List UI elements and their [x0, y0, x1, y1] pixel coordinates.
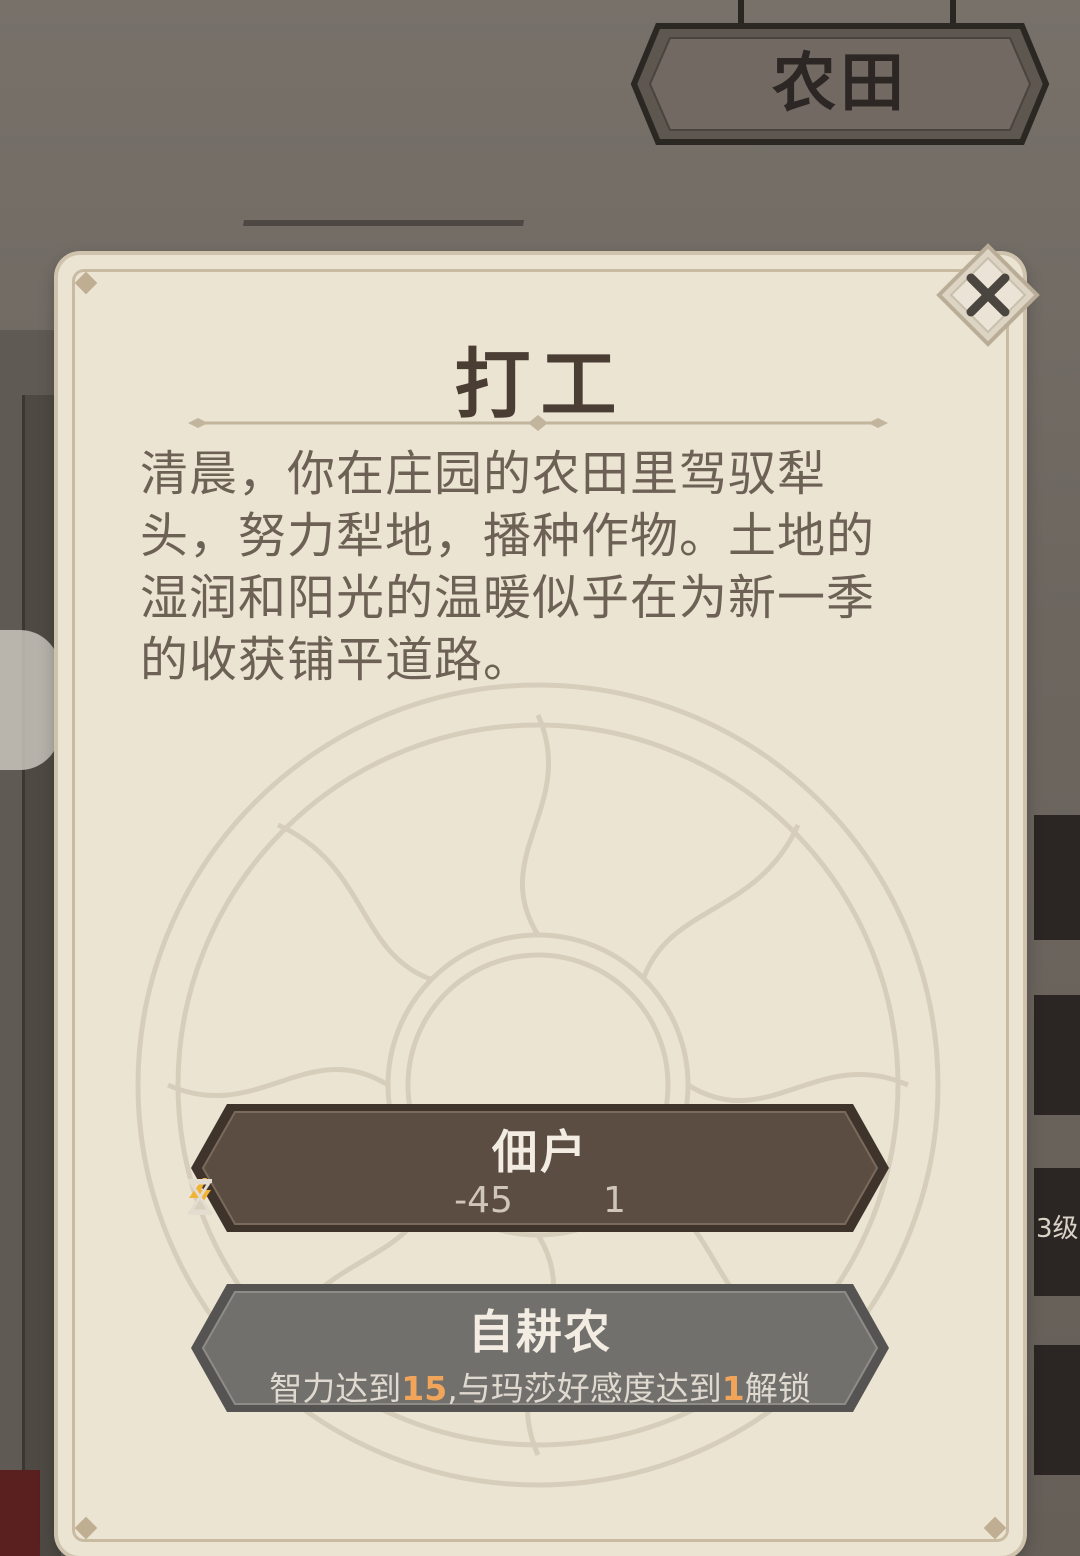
location-name: 农田 [772, 47, 908, 121]
side-tab[interactable] [1034, 815, 1080, 940]
tenant-option-label: 佃户 [492, 1125, 588, 1179]
side-tab[interactable] [1034, 1345, 1080, 1475]
close-button[interactable] [935, 242, 1041, 348]
side-tab[interactable] [1034, 995, 1080, 1115]
background-red-object [0, 1470, 40, 1556]
location-sign: 农田 [630, 22, 1050, 146]
req-prefix: 智力达到 [269, 1369, 402, 1408]
self-farmer-option-button[interactable]: 自耕农 智力达到15,与玛莎好感度达到1解锁 [187, 1280, 893, 1416]
tenant-option-stats: -45 1 [187, 1178, 893, 1222]
close-icon [936, 243, 1040, 347]
req-intellect-value: 15 [401, 1369, 448, 1408]
time-cost: 1 [188, 1179, 626, 1221]
energy-cost-value: -45 [454, 1179, 513, 1221]
req-suffix: 解锁 [744, 1369, 811, 1408]
req-middle: ,与玛莎好感度达到 [447, 1369, 722, 1408]
req-affection-value: 1 [721, 1369, 745, 1408]
self-farmer-option-label: 自耕农 [468, 1305, 612, 1359]
time-cost-value: 1 [602, 1179, 626, 1221]
side-tab-level[interactable]: 3级 [1034, 1168, 1080, 1296]
dialog-description: 清晨，你在庄园的农田里驾驭犁头，努力犁地，播种作物。土地的湿润和阳光的温暖似乎在… [140, 446, 876, 688]
unlock-requirement: 智力达到15,与玛莎好感度达到1解锁 [187, 1362, 893, 1410]
tenant-option-button[interactable]: 佃户 -45 1 [187, 1100, 893, 1236]
background-left-strip [22, 395, 61, 1556]
hourglass-icon [188, 1179, 212, 1215]
energy-cost: -45 [189, 1178, 513, 1221]
title-divider [188, 415, 888, 431]
side-tab-level-label: 3级 [1036, 1214, 1079, 1244]
background-character [0, 630, 60, 770]
